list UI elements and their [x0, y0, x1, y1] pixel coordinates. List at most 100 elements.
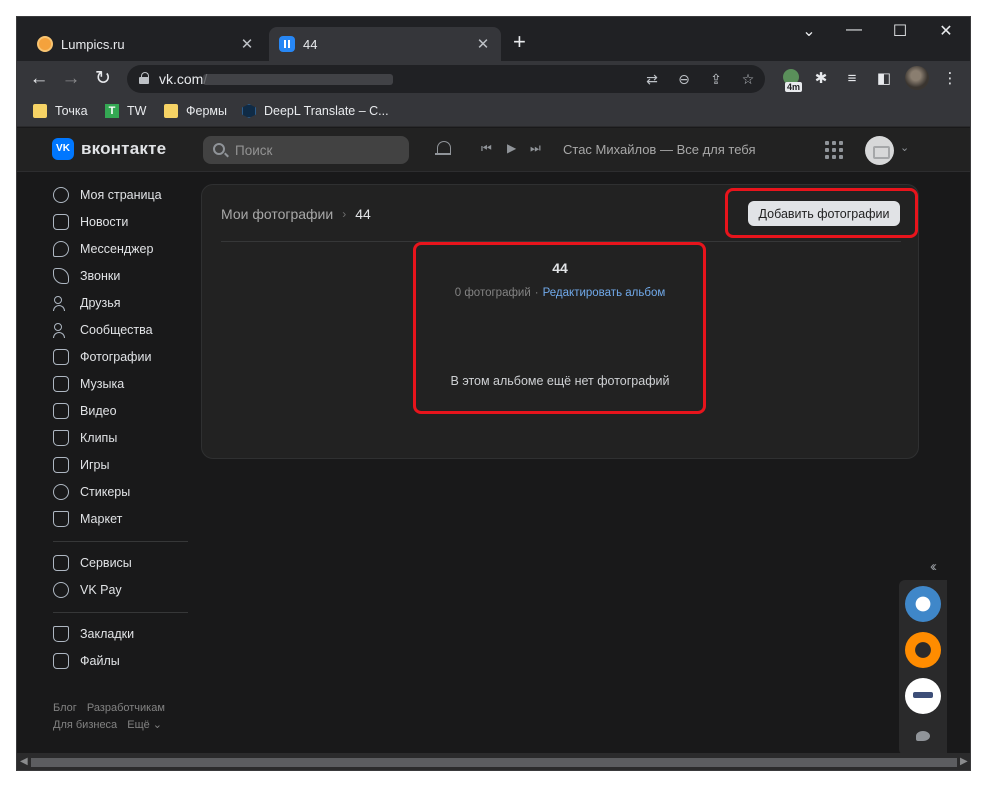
scroll-right-icon[interactable]: ▶ [960, 756, 968, 767]
share-icon[interactable]: ⇪ [705, 69, 727, 89]
folder-icon [164, 104, 178, 118]
play-icon[interactable]: ▶ [507, 141, 516, 155]
sidebar-item-bookmarks[interactable]: Закладки [53, 624, 134, 644]
notifications-bell-icon[interactable] [435, 140, 451, 158]
phone-icon [53, 268, 69, 284]
edit-album-link[interactable]: Редактировать альбом [543, 287, 666, 299]
footer-link-developers[interactable]: Разработчикам [87, 702, 165, 714]
sidebar-item-clips[interactable]: Клипы [53, 428, 117, 448]
app-shortcut-icon[interactable] [905, 678, 941, 714]
vk-search-box[interactable] [203, 136, 409, 164]
sidebar-item-friends[interactable]: Друзья [53, 293, 121, 313]
bookmark-fermy[interactable]: Фермы [164, 104, 227, 118]
widget-bar [899, 580, 947, 755]
services-icon [53, 555, 69, 571]
extensions-puzzle-icon[interactable]: ✱ [810, 69, 832, 89]
forward-button[interactable]: → [59, 67, 83, 91]
extension-timer-icon[interactable]: 4m [781, 69, 803, 92]
sidebar-item-video[interactable]: Видео [53, 401, 117, 421]
maximize-button[interactable]: ☐ [877, 21, 923, 41]
reload-button[interactable]: ↻ [91, 67, 115, 91]
tw-icon: T [105, 104, 119, 118]
sidebar-item-vk-pay[interactable]: VK Pay [53, 580, 122, 600]
empty-album-message: В этом альбоме ещё нет фотографий [450, 374, 670, 388]
tab-lumpics[interactable]: Lumpics.ru ✕ [27, 27, 265, 61]
chevron-down-icon[interactable]: ⌄ [900, 141, 909, 154]
collapse-widgets-icon[interactable]: ‹‹ [930, 558, 937, 575]
browser-menu-icon[interactable]: ⋮ [939, 69, 961, 89]
translate-icon[interactable]: ⇄ [641, 69, 663, 89]
clips-icon [53, 430, 69, 446]
sidebar-item-messenger[interactable]: Мессенджер [53, 239, 153, 259]
sidebar-item-services[interactable]: Сервисы [53, 553, 132, 573]
footer-link-business[interactable]: Для бизнеса [53, 719, 117, 731]
profile-avatar[interactable] [905, 66, 929, 90]
bookmark-tw[interactable]: T TW [105, 104, 146, 118]
stickers-icon [53, 484, 69, 500]
tab-close-icon[interactable]: ✕ [237, 34, 257, 54]
browser-window: Lumpics.ru ✕ 44 ✕ + ⌄ — ☐ ✕ ← → ↻ vk.com… [16, 16, 971, 771]
bookmarks-bar: Точка T TW Фермы DeepL Translate – С... [17, 97, 970, 127]
communities-icon [53, 322, 69, 338]
file-icon [53, 653, 69, 669]
sidebar-item-photos[interactable]: Фотографии [53, 347, 151, 367]
sidebar-item-games[interactable]: Игры [53, 455, 109, 475]
lumpics-favicon-icon [37, 36, 53, 52]
sidebar-item-music[interactable]: Музыка [53, 374, 124, 394]
user-avatar[interactable] [865, 136, 894, 165]
breadcrumb: Мои фотографии › 44 [221, 206, 371, 222]
app-shortcut-icon[interactable] [905, 586, 941, 622]
media-control-icon[interactable]: ≡ [841, 69, 863, 89]
app-shortcut-icon[interactable] [905, 632, 941, 668]
music-icon [53, 376, 69, 392]
back-button[interactable]: ← [27, 67, 51, 91]
vk-logo-text[interactable]: вконтакте [81, 139, 166, 159]
sidebar-item-news[interactable]: Новости [53, 212, 128, 232]
sidebar-divider [53, 612, 188, 613]
add-photos-button[interactable]: Добавить фотографии [748, 201, 900, 226]
next-track-icon[interactable]: ⏭ [530, 141, 541, 156]
tab-vk-album[interactable]: 44 ✕ [269, 27, 501, 61]
now-playing-track[interactable]: Стас Михайлов — Все для тебя [563, 142, 756, 157]
sidebar-item-files[interactable]: Файлы [53, 651, 120, 671]
album-card: Мои фотографии › 44 Добавить фотографии … [201, 184, 919, 459]
user-circle-icon [53, 187, 69, 203]
album-title: 44 [552, 260, 568, 276]
album-meta: 0 фотографий · Редактировать альбом [202, 287, 918, 299]
vk-sidebar: Моя страница Новости Мессенджер Звонки Д… [17, 173, 197, 753]
apps-grid-icon[interactable] [825, 141, 843, 159]
breadcrumb-my-photos[interactable]: Мои фотографии [221, 206, 333, 222]
sidebar-item-market[interactable]: Маркет [53, 509, 122, 529]
search-input[interactable] [235, 140, 395, 160]
search-icon [213, 143, 225, 155]
address-bar[interactable]: vk.com/ ⇄ ⊖ ⇪ ☆ [127, 65, 765, 93]
vk-logo-icon[interactable]: VK [52, 138, 74, 160]
tab-search-icon[interactable]: ⌄ [786, 21, 832, 41]
side-panel-icon[interactable]: ◧ [873, 69, 895, 89]
sidebar-item-communities[interactable]: Сообщества [53, 320, 153, 340]
horizontal-scrollbar[interactable]: ◀ ▶ [17, 753, 970, 770]
zoom-icon[interactable]: ⊖ [673, 69, 695, 89]
news-icon [53, 214, 69, 230]
sidebar-item-stickers[interactable]: Стикеры [53, 482, 130, 502]
market-icon [53, 511, 69, 527]
footer-link-more[interactable]: Ещё ⌄ [127, 719, 162, 731]
tab-close-icon[interactable]: ✕ [473, 34, 493, 54]
bookmark-deepl[interactable]: DeepL Translate – С... [242, 104, 389, 118]
meta-separator: · [534, 287, 539, 299]
bookmark-tochka[interactable]: Точка [33, 104, 88, 118]
previous-track-icon[interactable]: ⏮ [481, 141, 492, 156]
vkpay-icon [53, 582, 69, 598]
url-text: vk.com/ [159, 71, 208, 87]
lock-icon[interactable] [139, 72, 149, 84]
sidebar-item-calls[interactable]: Звонки [53, 266, 120, 286]
minimize-button[interactable]: — [831, 21, 877, 39]
chat-icon[interactable] [916, 731, 930, 741]
scrollbar-thumb[interactable] [31, 758, 957, 767]
sidebar-item-my-page[interactable]: Моя страница [53, 185, 162, 205]
close-window-button[interactable]: ✕ [923, 21, 969, 41]
scroll-left-icon[interactable]: ◀ [20, 756, 28, 767]
footer-link-blog[interactable]: Блог [53, 702, 77, 714]
new-tab-button[interactable]: + [513, 31, 526, 53]
bookmark-star-icon[interactable]: ☆ [737, 69, 759, 89]
